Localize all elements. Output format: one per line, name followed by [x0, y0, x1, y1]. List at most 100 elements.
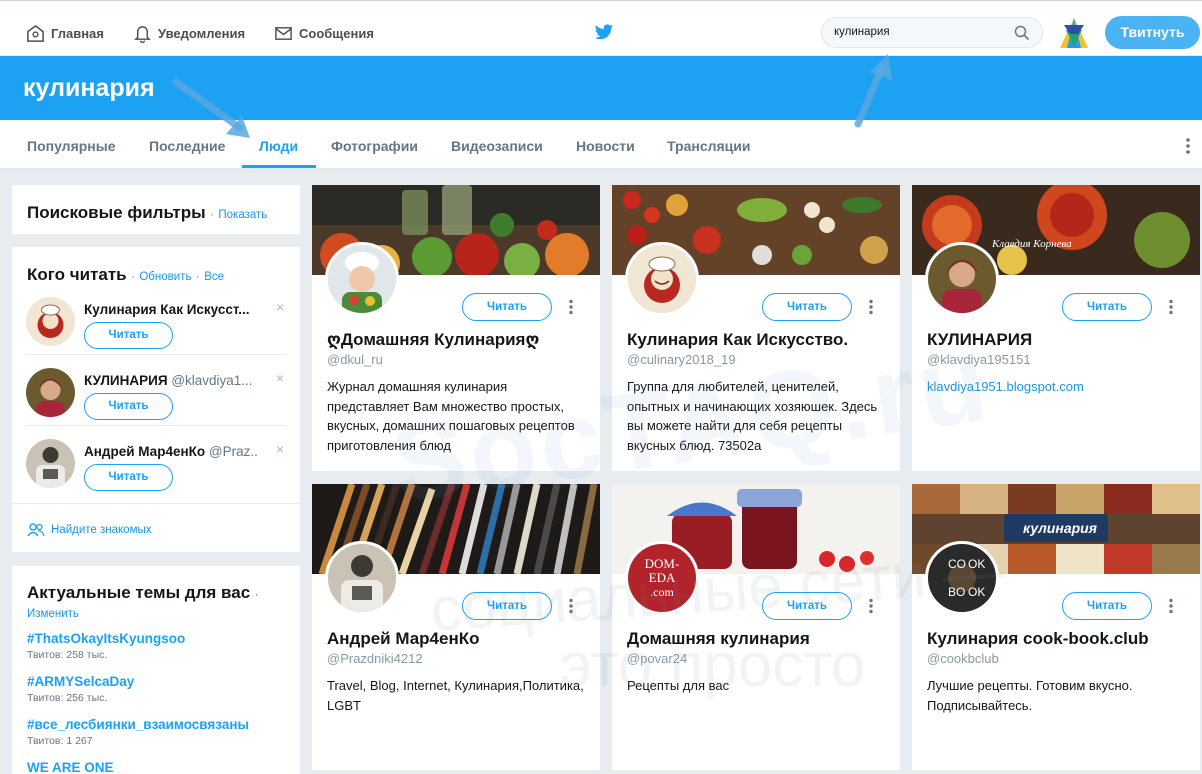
- twitter-bird-icon[interactable]: [594, 24, 614, 41]
- follow-button[interactable]: Читать: [84, 322, 173, 349]
- trend-tag: #все_лесбиянки_взаимосвязаны: [27, 717, 250, 732]
- find-friends-link[interactable]: Найдите знакомых: [27, 523, 152, 537]
- avatar[interactable]: [26, 297, 75, 346]
- woman-avatar-icon: [928, 245, 996, 313]
- user-avatar[interactable]: [1058, 16, 1090, 50]
- follow-button[interactable]: Читать: [462, 293, 552, 321]
- bell-icon: [134, 25, 151, 43]
- profile-avatar[interactable]: [325, 541, 399, 615]
- who-to-follow-card: Кого читать · Обновить · Все Кулинария К…: [12, 247, 300, 552]
- dismiss-icon[interactable]: ×: [276, 370, 284, 386]
- tab-broadcasts[interactable]: Трансляции: [667, 138, 750, 154]
- tweet-button[interactable]: Твитнуть: [1105, 16, 1200, 49]
- suggestion-item: КУЛИНАРИЯ @klavdiya1... Читать ×: [26, 368, 286, 426]
- nav-messages[interactable]: Сообщения: [274, 22, 374, 44]
- profile-avatar[interactable]: [625, 242, 699, 316]
- follow-button[interactable]: Читать: [1062, 592, 1152, 620]
- profile-name[interactable]: ღДомашняя Кулинарияღ: [327, 330, 539, 350]
- trend-item[interactable]: #ThatsOkayItsKyungsoo Твитов: 258 тыс.: [27, 631, 185, 661]
- tab-popular[interactable]: Популярные: [27, 138, 115, 154]
- follow-button[interactable]: Читать: [84, 393, 173, 420]
- profile-bio: Travel, Blog, Internet, Кулинария,Полити…: [327, 678, 584, 713]
- tab-news[interactable]: Новости: [576, 138, 635, 154]
- search-banner: кулинария: [0, 56, 1202, 120]
- find-friends-label: Найдите знакомых: [51, 524, 152, 536]
- cover-caption: Клавдия Корнева: [991, 238, 1072, 250]
- avatar[interactable]: [26, 368, 75, 417]
- suggestion-name[interactable]: Кулинария Как Искусст...: [84, 302, 259, 317]
- profile-name[interactable]: Кулинария cook-book.club: [927, 629, 1149, 649]
- search-filters-title: Поисковые фильтры: [27, 203, 206, 222]
- nav-notifications-label: Уведомления: [158, 25, 246, 41]
- suggestion-handle: @Praz...: [208, 444, 259, 459]
- tab-videos[interactable]: Видеозаписи: [451, 138, 543, 154]
- search-icon[interactable]: [1014, 25, 1030, 41]
- separator-dot: ·: [131, 271, 135, 283]
- separator-dot: ·: [254, 589, 259, 601]
- profile-avatar[interactable]: [925, 242, 999, 316]
- profile-handle: @Prazdniki4212: [327, 651, 423, 666]
- more-options-icon[interactable]: [568, 299, 574, 315]
- child-chef-avatar-icon: [328, 245, 396, 313]
- top-navigation: Главная Уведомления Сообщения кулинария …: [0, 0, 1202, 56]
- more-options-icon[interactable]: [1168, 299, 1174, 315]
- tab-photos[interactable]: Фотографии: [331, 138, 418, 154]
- woman-avatar-icon: [26, 368, 75, 417]
- trends-title: Актуальные темы для вас: [27, 583, 251, 602]
- nav-messages-label: Сообщения: [299, 25, 374, 41]
- dismiss-icon[interactable]: ×: [276, 441, 284, 457]
- trend-item[interactable]: WE ARE ONE: [27, 760, 114, 774]
- search-tabs: Популярные Последние Люди Фотографии Вид…: [0, 120, 1202, 169]
- search-filters-card: Поисковые фильтры · Показать: [12, 185, 300, 234]
- nav-home-label: Главная: [51, 25, 104, 41]
- profile-handle: @dkul_ru: [327, 352, 383, 367]
- more-options-icon[interactable]: [868, 299, 874, 315]
- show-filters-link[interactable]: Показать: [218, 209, 267, 221]
- refresh-link[interactable]: Обновить: [139, 271, 191, 283]
- tab-latest[interactable]: Последние: [149, 138, 225, 154]
- search-value: кулинария: [834, 26, 890, 38]
- trend-tag: #ThatsOkayItsKyungsoo: [27, 631, 186, 646]
- profile-handle: @cookbclub: [927, 651, 999, 666]
- more-options-icon[interactable]: [1168, 598, 1174, 614]
- profile-avatar[interactable]: [325, 242, 399, 316]
- chef-avatar-icon: [26, 297, 75, 346]
- avatar[interactable]: [26, 439, 75, 488]
- trend-count: Твитов: 256 тыс.: [27, 692, 108, 704]
- suggestion-item: Андрей Мар4енКо @Praz... Читать ×: [26, 439, 286, 497]
- more-options-icon[interactable]: [1185, 137, 1191, 155]
- who-to-follow-title: Кого читать: [27, 265, 127, 284]
- divider: [26, 425, 286, 426]
- chef-avatar-icon: [628, 245, 696, 313]
- suggestion-name[interactable]: Андрей Мар4енКо @Praz...: [84, 444, 259, 459]
- suggestion-name-text: Андрей Мар4енКо: [84, 444, 206, 459]
- trend-item[interactable]: #все_лесбиянки_взаимосвязаны Твитов: 1 2…: [27, 717, 249, 747]
- window-top-rule: [0, 0, 1202, 1]
- suggestion-handle: @klavdiya1...: [171, 373, 253, 388]
- divider: [26, 354, 286, 355]
- trend-count: Твитов: 258 тыс.: [27, 649, 108, 661]
- follow-button[interactable]: Читать: [84, 464, 173, 491]
- envelope-icon: [275, 26, 292, 40]
- search-title: кулинария: [23, 74, 155, 102]
- dismiss-icon[interactable]: ×: [276, 299, 284, 315]
- search-input[interactable]: кулинария: [821, 17, 1043, 48]
- profile-card[interactable]: кулинария CO OK BO OK Читать Кулинария c…: [912, 484, 1200, 770]
- change-trends-link[interactable]: Изменить: [27, 608, 79, 620]
- trend-tag: #ARMYSelcaDay: [27, 674, 135, 689]
- view-all-link[interactable]: Все: [204, 271, 224, 283]
- profile-bio: Лучшие рецепты. Готовим вкусно. Подписыв…: [927, 678, 1133, 713]
- trend-item[interactable]: #ARMYSelcaDay Твитов: 256 тыс.: [27, 674, 134, 704]
- suggestion-name[interactable]: КУЛИНАРИЯ @klavdiya1...: [84, 373, 259, 388]
- nav-home[interactable]: Главная: [26, 22, 104, 44]
- suggestion-item: Кулинария Как Искусст... Читать ×: [26, 297, 286, 355]
- active-tab-indicator: [242, 165, 316, 168]
- home-icon: [27, 24, 44, 42]
- tab-people[interactable]: Люди: [259, 138, 298, 154]
- follow-button[interactable]: Читать: [762, 293, 852, 321]
- follow-button[interactable]: Читать: [1062, 293, 1152, 321]
- nav-notifications[interactable]: Уведомления: [133, 22, 245, 44]
- trends-card: Актуальные темы для вас · Изменить #That…: [12, 566, 300, 774]
- man-avatar-icon: [328, 544, 396, 612]
- cover-caption: кулинария: [1023, 520, 1097, 536]
